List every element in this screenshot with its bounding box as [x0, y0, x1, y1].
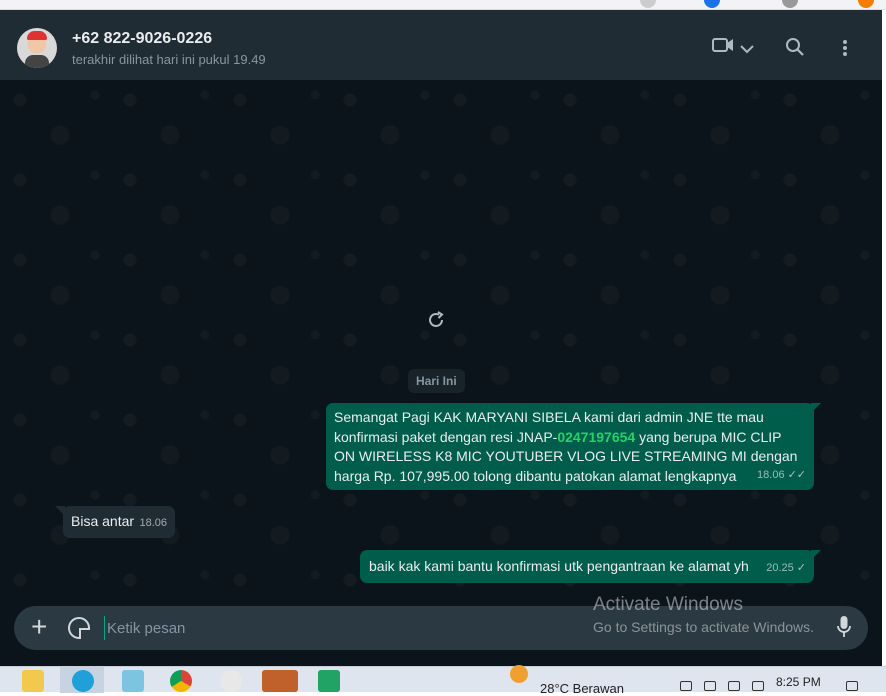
message-time: 18.06: [139, 516, 167, 529]
tray-chevron-icon[interactable]: [680, 681, 692, 691]
avatar-cap: [27, 31, 47, 40]
date-divider: Hari Ini: [408, 369, 465, 393]
taskbar-clock[interactable]: 8:25 PM: [776, 675, 821, 689]
notes-app-icon[interactable]: [122, 670, 144, 692]
refresh-icon[interactable]: [426, 310, 446, 336]
tray-volume-icon[interactable]: [752, 681, 764, 691]
activate-windows-watermark: Activate Windows Go to Settings to activ…: [593, 594, 814, 638]
tray-network-icon[interactable]: [704, 681, 716, 691]
file-explorer-icon[interactable]: [22, 670, 44, 692]
avatar[interactable]: [17, 28, 57, 68]
message-text: baik kak kami bantu konfirmasi utk penga…: [369, 558, 749, 574]
whatsapp-app: +62 822-9026-0226 terakhir dilihat hari …: [0, 10, 882, 666]
chat-header: +62 822-9026-0226 terakhir dilihat hari …: [0, 10, 882, 80]
weather-label[interactable]: 28°C Berawan: [540, 681, 624, 696]
chevron-down-icon[interactable]: [740, 41, 754, 59]
taskbar: 28°C Berawan 8:25 PM: [0, 665, 886, 696]
window-edge: [882, 10, 886, 666]
n-app-icon[interactable]: [262, 670, 298, 692]
microphone-icon[interactable]: [836, 615, 852, 644]
check-icon: ✓: [796, 561, 806, 574]
attach-plus-icon[interactable]: +: [31, 612, 47, 642]
browser-toolbar-strip: [0, 0, 886, 10]
search-icon[interactable]: [785, 37, 805, 62]
chat-area[interactable]: Hari Ini Semangat Pagi KAK MARYANI SIBEL…: [0, 80, 882, 596]
avatar-shirt: [25, 55, 49, 68]
message-bubble-outgoing[interactable]: Semangat Pagi KAK MARYANI SIBELA kami da…: [326, 403, 814, 490]
message-bubble-outgoing[interactable]: baik kak kami bantu konfirmasi utk penga…: [360, 550, 814, 583]
chrome-icon[interactable]: [170, 670, 192, 692]
menu-icon[interactable]: [842, 39, 848, 62]
double-check-icon: ✓✓: [787, 468, 806, 481]
weather-icon[interactable]: [510, 665, 528, 683]
contact-status: terakhir dilihat hari ini pukul 19.49: [72, 52, 266, 67]
paint-app-icon[interactable]: [220, 670, 242, 692]
browser-profile-icon[interactable]: [782, 0, 798, 8]
tracking-number[interactable]: 0247197654: [557, 429, 635, 445]
message-time: 18.06: [757, 468, 785, 481]
tray-battery-icon[interactable]: [728, 681, 740, 691]
message-meta: 20.25 ✓: [766, 559, 806, 579]
video-call-icon[interactable]: [712, 37, 734, 58]
watermark-subtitle: Go to Settings to activate Windows.: [593, 619, 814, 635]
excel-icon[interactable]: [318, 670, 340, 692]
contact-name[interactable]: +62 822-9026-0226: [72, 30, 212, 48]
message-text: Semangat Pagi KAK MARYANI SIBELA kami da…: [334, 409, 798, 484]
sticker-icon[interactable]: [68, 617, 90, 639]
message-time: 20.25: [766, 561, 794, 574]
message-meta: 18.06 ✓✓: [757, 466, 806, 486]
browser-fox-icon[interactable]: [858, 0, 874, 8]
watermark-title: Activate Windows: [593, 594, 743, 615]
edge-browser-icon[interactable]: [72, 670, 94, 692]
message-text: Bisa antar: [71, 513, 135, 529]
browser-extension-icon[interactable]: [640, 0, 656, 8]
notification-icon[interactable]: [846, 681, 858, 691]
browser-star-icon[interactable]: [704, 0, 720, 8]
message-bubble-incoming[interactable]: Bisa antar 18.06: [63, 506, 175, 538]
